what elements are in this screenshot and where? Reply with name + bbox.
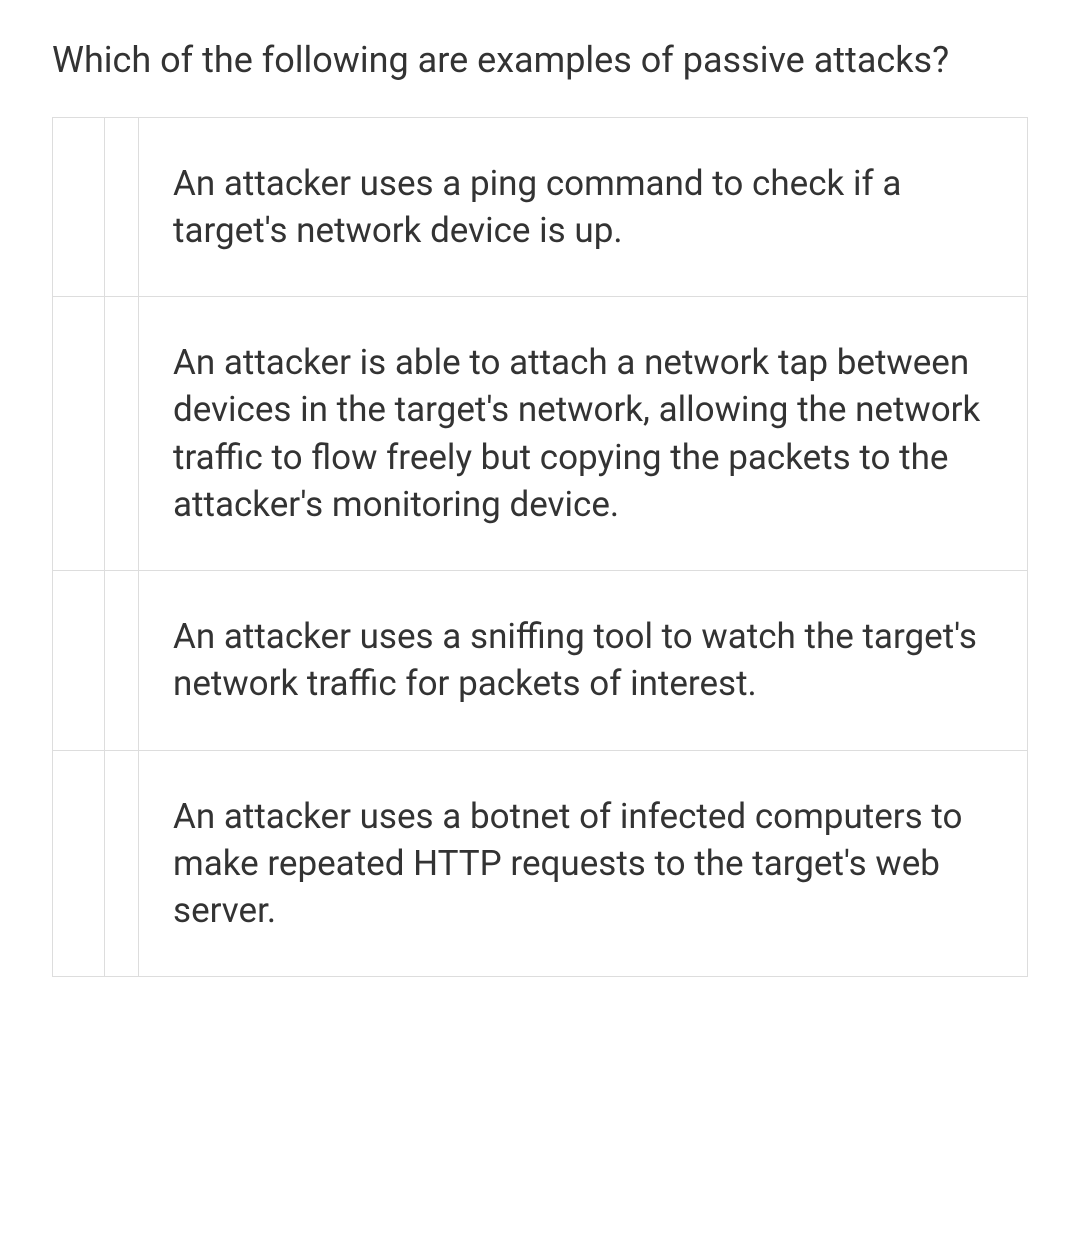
option-row[interactable]: An attacker uses a ping command to check… bbox=[53, 117, 1028, 297]
option-row[interactable]: An attacker uses a botnet of infected co… bbox=[53, 750, 1028, 977]
option-row[interactable]: An attacker is able to attach a network … bbox=[53, 297, 1028, 571]
option-spacer-cell bbox=[105, 750, 139, 977]
option-row[interactable]: An attacker uses a sniffing tool to watc… bbox=[53, 571, 1028, 751]
option-text: An attacker uses a ping command to check… bbox=[139, 117, 1028, 297]
option-text: An attacker uses a botnet of infected co… bbox=[139, 750, 1028, 977]
option-text: An attacker is able to attach a network … bbox=[139, 297, 1028, 571]
option-spacer-cell bbox=[105, 297, 139, 571]
option-text: An attacker uses a sniffing tool to watc… bbox=[139, 571, 1028, 751]
option-spacer-cell bbox=[105, 571, 139, 751]
options-table: An attacker uses a ping command to check… bbox=[52, 117, 1028, 978]
option-spacer-cell bbox=[105, 117, 139, 297]
question-text: Which of the following are examples of p… bbox=[52, 36, 1028, 85]
option-checkbox-cell[interactable] bbox=[53, 117, 105, 297]
option-checkbox-cell[interactable] bbox=[53, 571, 105, 751]
option-checkbox-cell[interactable] bbox=[53, 750, 105, 977]
option-checkbox-cell[interactable] bbox=[53, 297, 105, 571]
